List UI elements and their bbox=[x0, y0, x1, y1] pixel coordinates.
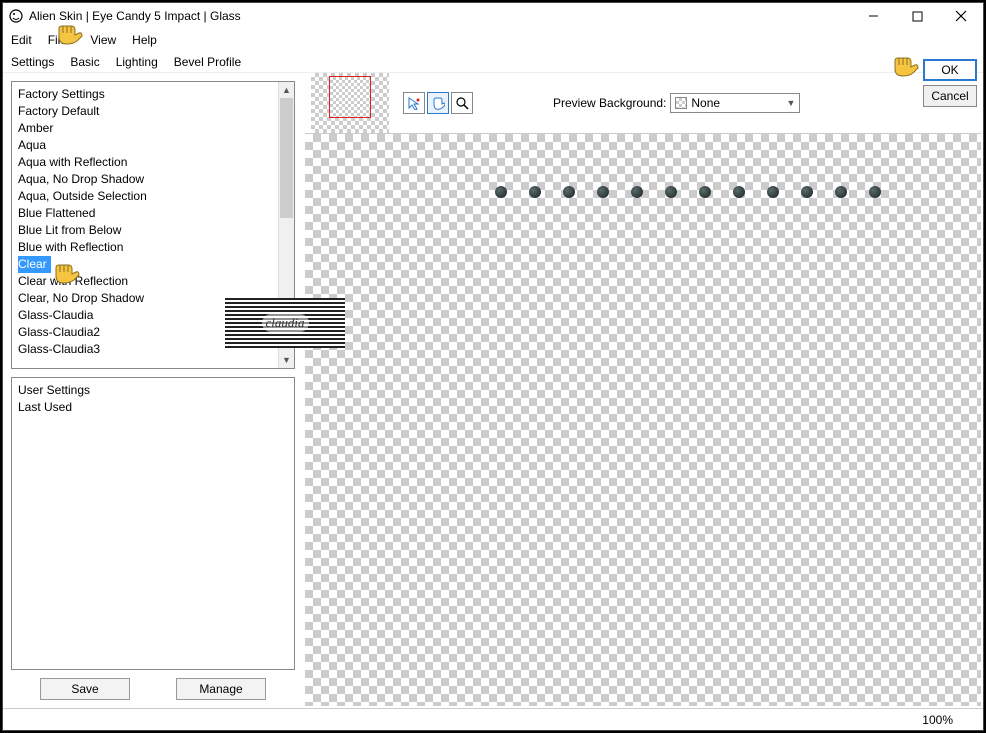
list-header: Factory Settings bbox=[18, 86, 288, 103]
list-item[interactable]: Aqua, Outside Selection bbox=[18, 188, 288, 205]
plugin-window: Alien Skin | Eye Candy 5 Impact | Glass … bbox=[2, 2, 984, 731]
glass-bead bbox=[869, 186, 881, 198]
maximize-button[interactable] bbox=[895, 3, 939, 29]
glass-bead bbox=[733, 186, 745, 198]
list-item[interactable]: Blue Flattened bbox=[18, 205, 288, 222]
glass-bead bbox=[699, 186, 711, 198]
glass-bead bbox=[597, 186, 609, 198]
list-item[interactable]: Aqua, No Drop Shadow bbox=[18, 171, 288, 188]
glass-bead bbox=[563, 186, 575, 198]
watermark-text: claudia bbox=[262, 314, 309, 332]
scroll-down-icon[interactable]: ▼ bbox=[279, 352, 294, 368]
cancel-button[interactable]: Cancel bbox=[923, 85, 977, 107]
tab-basic[interactable]: Basic bbox=[70, 55, 99, 69]
tab-settings[interactable]: Settings bbox=[11, 55, 54, 69]
tool-icons bbox=[403, 92, 473, 114]
watermark: claudia bbox=[225, 298, 345, 348]
tabbar: Settings Basic Lighting Bevel Profile bbox=[3, 51, 983, 73]
list-item[interactable]: Blue Lit from Below bbox=[18, 222, 288, 239]
tab-lighting[interactable]: Lighting bbox=[116, 55, 158, 69]
glass-bead bbox=[835, 186, 847, 198]
glass-bead bbox=[631, 186, 643, 198]
statusbar: 100% bbox=[3, 708, 983, 730]
preview-bg-dropdown[interactable]: None ▼ bbox=[670, 93, 800, 113]
preview-bg-value: None bbox=[691, 96, 720, 110]
menu-filter[interactable]: Filter bbox=[48, 33, 75, 47]
button-row: Save Manage bbox=[11, 670, 295, 700]
app-icon bbox=[9, 9, 23, 23]
list-item[interactable]: Clear bbox=[18, 256, 51, 273]
navigator-thumb[interactable] bbox=[311, 73, 389, 133]
left-panel: Factory SettingsFactory DefaultAmberAqua… bbox=[3, 73, 303, 708]
manage-button[interactable]: Manage bbox=[176, 678, 266, 700]
list-item[interactable]: Blue with Reflection bbox=[18, 239, 288, 256]
list-header: User Settings bbox=[18, 382, 288, 399]
list-item[interactable]: Amber bbox=[18, 120, 288, 137]
select-tool-icon[interactable] bbox=[403, 92, 425, 114]
preview-toolbar: Preview Background: None ▼ bbox=[303, 73, 983, 133]
titlebar: Alien Skin | Eye Candy 5 Impact | Glass bbox=[3, 3, 983, 29]
window-title: Alien Skin | Eye Candy 5 Impact | Glass bbox=[29, 9, 241, 23]
chevron-down-icon: ▼ bbox=[786, 98, 795, 108]
scroll-thumb[interactable] bbox=[280, 98, 293, 218]
preview-canvas[interactable]: claudia bbox=[305, 133, 981, 706]
glass-bead bbox=[767, 186, 779, 198]
zoom-tool-icon[interactable] bbox=[451, 92, 473, 114]
list-item[interactable]: Last Used bbox=[18, 399, 288, 416]
content-area: Factory SettingsFactory DefaultAmberAqua… bbox=[3, 73, 983, 708]
glass-bead bbox=[495, 186, 507, 198]
menubar: Edit Filter View Help bbox=[3, 29, 983, 51]
scroll-up-icon[interactable]: ▲ bbox=[279, 82, 294, 98]
hand-tool-icon[interactable] bbox=[427, 92, 449, 114]
right-panel: OK Cancel bbox=[303, 73, 983, 708]
glass-bead bbox=[529, 186, 541, 198]
menu-help[interactable]: Help bbox=[132, 33, 157, 47]
preview-bg-label: Preview Background: bbox=[553, 96, 666, 110]
zoom-level: 100% bbox=[922, 713, 953, 727]
action-buttons: OK Cancel bbox=[923, 59, 977, 107]
list-item[interactable]: Aqua with Reflection bbox=[18, 154, 288, 171]
glass-bead bbox=[665, 186, 677, 198]
preview-content bbox=[495, 186, 881, 198]
minimize-button[interactable] bbox=[851, 3, 895, 29]
menu-edit[interactable]: Edit bbox=[11, 33, 32, 47]
list-item[interactable]: Factory Default bbox=[18, 103, 288, 120]
window-controls bbox=[851, 3, 983, 29]
tab-bevel-profile[interactable]: Bevel Profile bbox=[174, 55, 241, 69]
navigator-viewport[interactable] bbox=[329, 76, 371, 118]
save-button[interactable]: Save bbox=[40, 678, 130, 700]
ok-button[interactable]: OK bbox=[923, 59, 977, 81]
list-item[interactable]: Aqua bbox=[18, 137, 288, 154]
glass-bead bbox=[801, 186, 813, 198]
user-settings-list[interactable]: User SettingsLast Used bbox=[11, 377, 295, 670]
list-item[interactable]: Clear with Reflection bbox=[18, 273, 288, 290]
preview-bg-control: Preview Background: None ▼ bbox=[553, 93, 800, 113]
close-button[interactable] bbox=[939, 3, 983, 29]
swatch-icon bbox=[675, 97, 687, 109]
menu-view[interactable]: View bbox=[90, 33, 116, 47]
